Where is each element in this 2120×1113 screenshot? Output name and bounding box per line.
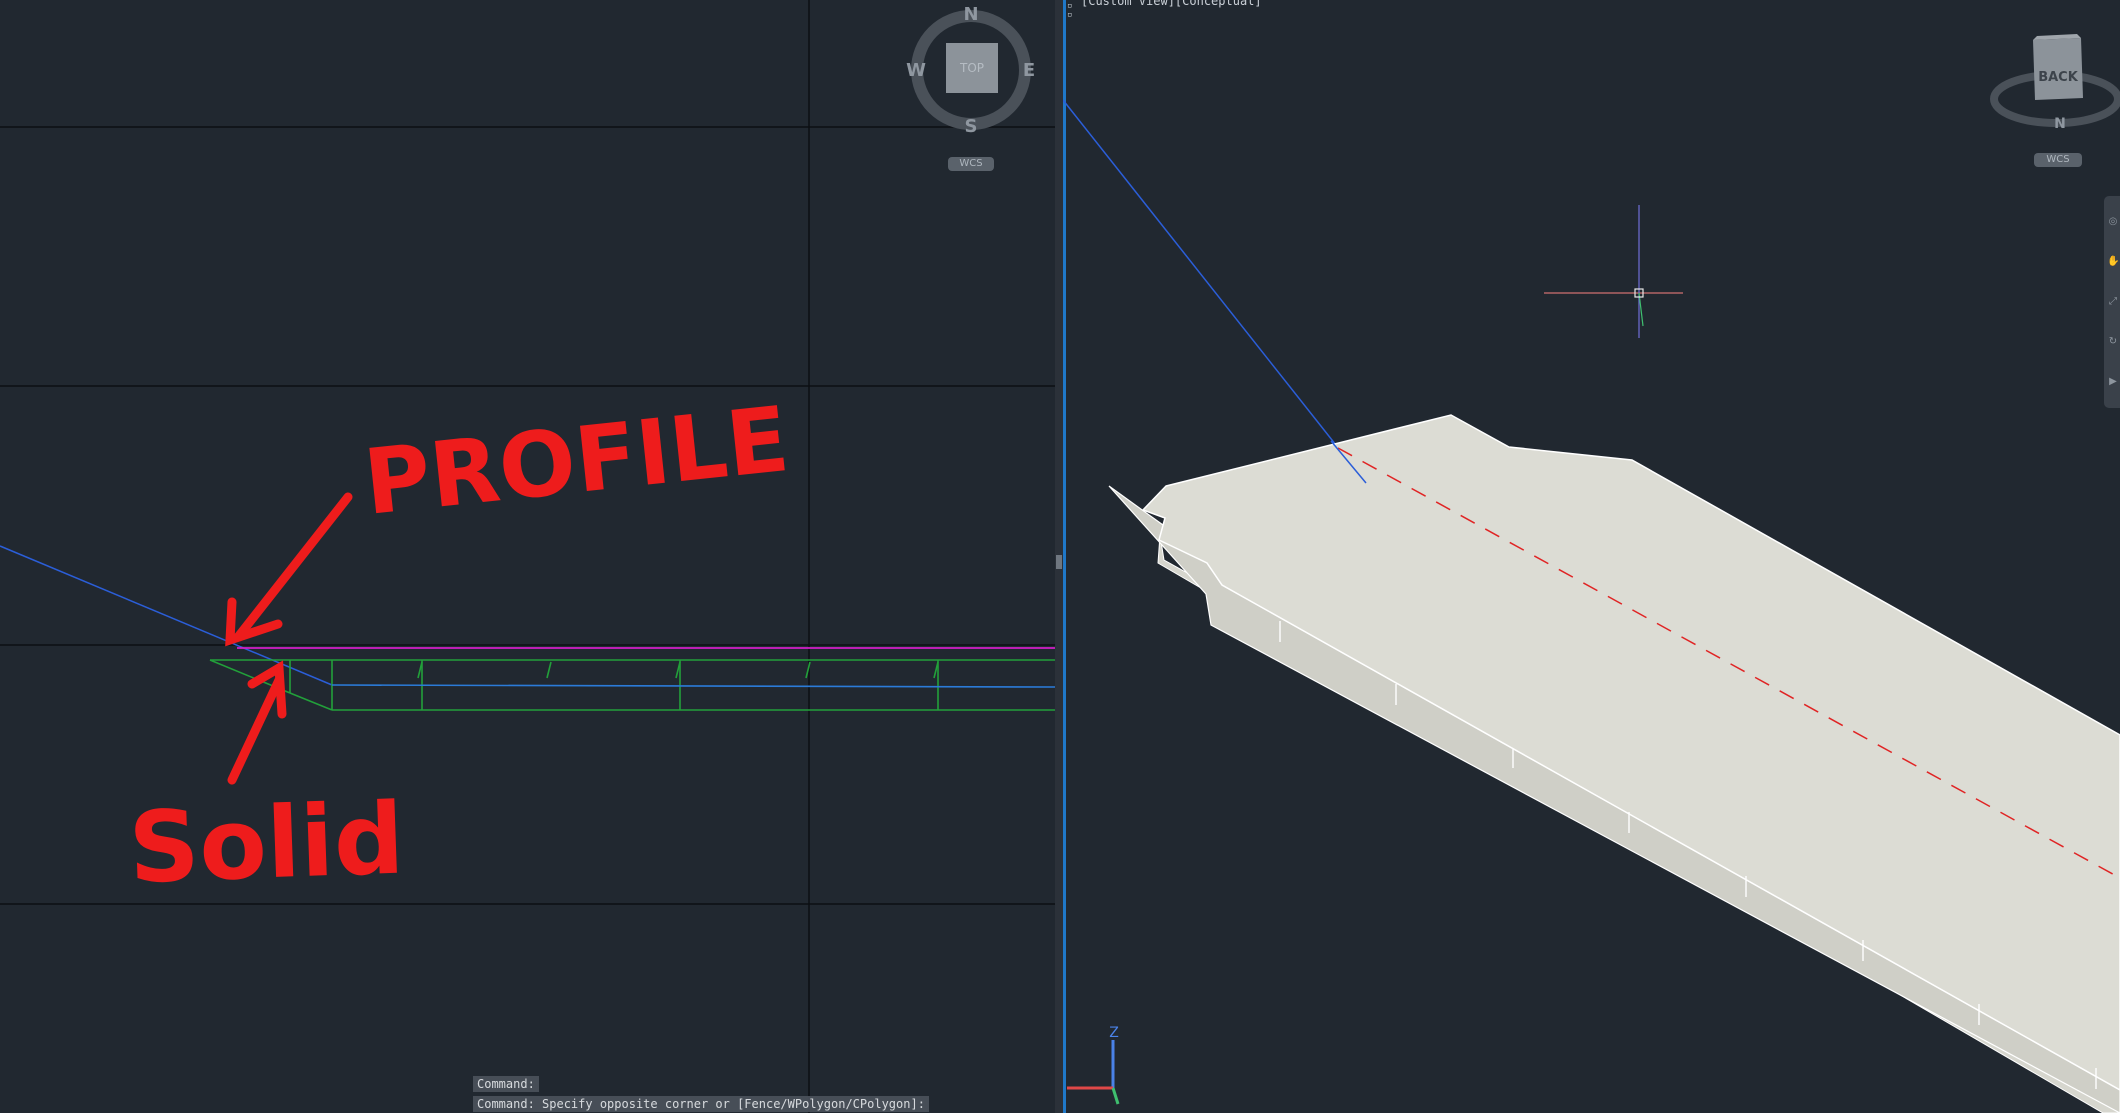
cad-application: PROFILE Solid TOP N S E W WCS Command: C… <box>0 0 2120 1113</box>
viewcube-face-label: BACK <box>2038 70 2079 85</box>
annotation-solid: Solid <box>127 782 406 906</box>
navigation-bar[interactable]: ◎ ✋ ⤢ ↻ ▶ <box>2104 196 2120 408</box>
solid-arrow <box>227 675 284 785</box>
command-history-line: Command: <box>473 1076 539 1092</box>
left-drawing-canvas[interactable]: PROFILE Solid TOP N S E W <box>0 0 1055 1113</box>
viewcube-3d[interactable]: BACK N <box>1990 34 2120 132</box>
right-viewport[interactable]: ▫ ▫ [Custom View][Conceptual] Z BACK N W… <box>1063 0 2120 1113</box>
compass-west[interactable]: W <box>906 60 926 81</box>
annotation-arrows <box>225 492 353 785</box>
ucs-menu-label: WCS <box>959 158 983 169</box>
compass-north[interactable]: N <box>963 4 978 25</box>
viewcube[interactable]: TOP N S E W <box>906 4 1035 137</box>
ucs-menu-left[interactable]: WCS <box>948 157 994 171</box>
viewcube-face-label: TOP <box>959 61 984 75</box>
zoom-extents-icon[interactable]: ⤢ <box>2107 296 2119 308</box>
pan-icon[interactable]: ✋ <box>2107 256 2119 268</box>
full-navigation-wheel-icon[interactable]: ◎ <box>2107 216 2119 228</box>
left-viewport[interactable]: PROFILE Solid TOP N S E W WCS Command: C… <box>0 0 1055 1113</box>
profile-arrow <box>233 492 353 642</box>
viewcube-back-face[interactable] <box>2033 38 2083 100</box>
baseline[interactable] <box>331 684 1055 688</box>
right-drawing-canvas[interactable]: Z BACK N <box>1063 0 2120 1113</box>
viewport-splitter[interactable] <box>1055 0 1063 1113</box>
compass-north[interactable]: N <box>2054 116 2066 132</box>
solid-top-face[interactable] <box>1141 414 2120 1091</box>
alignment-line-3d[interactable] <box>1063 99 1367 484</box>
splitter-grip[interactable] <box>1056 555 1062 569</box>
ucs-icon[interactable]: Z <box>1067 1025 1120 1105</box>
corridor-solid-3d[interactable] <box>1108 414 2120 1113</box>
compass-south[interactable]: S <box>965 116 978 137</box>
orbit-icon[interactable]: ↻ <box>2107 336 2119 348</box>
ucs-z-label: Z <box>1109 1025 1119 1041</box>
showmotion-icon[interactable]: ▶ <box>2107 376 2119 388</box>
ucs-menu-label: WCS <box>2046 154 2070 165</box>
crosshair-cursor <box>1544 205 1683 338</box>
compass-east[interactable]: E <box>1023 60 1035 81</box>
ucs-menu-right[interactable]: WCS <box>2034 153 2082 167</box>
grid-lines <box>0 0 1055 1113</box>
command-history-line: Command: Specify opposite corner or [Fen… <box>473 1096 929 1112</box>
annotation-profile: PROFILE <box>359 387 793 536</box>
